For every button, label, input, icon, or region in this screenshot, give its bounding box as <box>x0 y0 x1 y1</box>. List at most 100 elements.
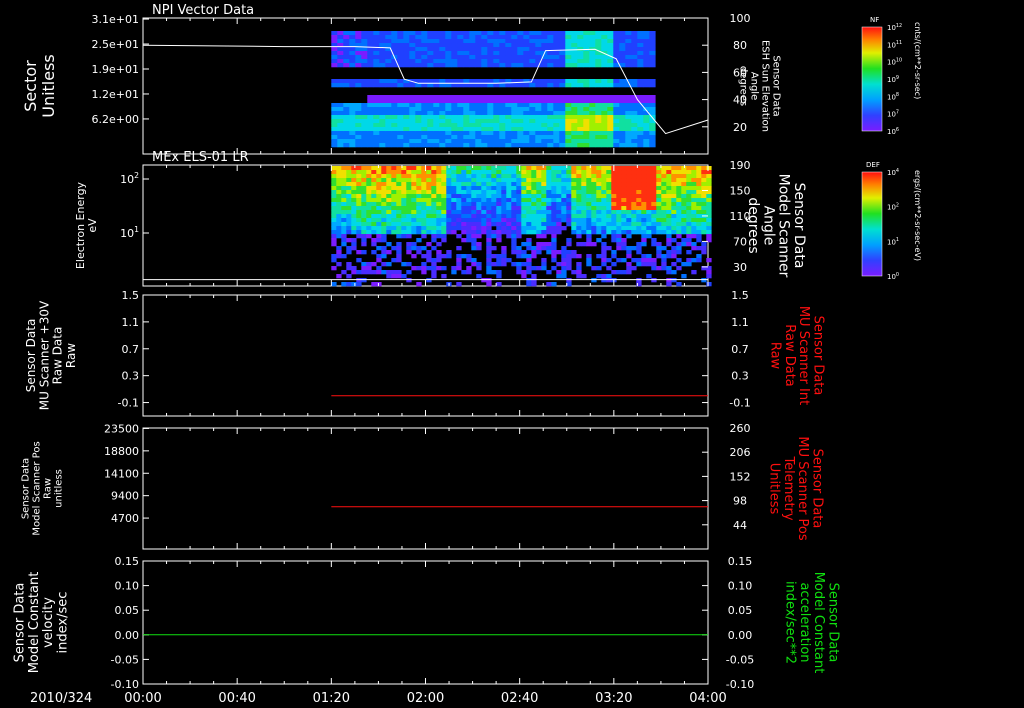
heatmap-cell <box>619 95 626 100</box>
heatmap-cell <box>591 186 597 191</box>
date-label: 2010/324 <box>30 691 92 706</box>
heatmap-cell <box>356 218 362 223</box>
heatmap-cell <box>619 127 626 132</box>
heatmap-cell <box>565 43 572 48</box>
heatmap-cell <box>421 107 428 112</box>
heatmap-cell <box>661 266 667 271</box>
heatmap-cell <box>391 119 398 124</box>
heatmap-cell <box>521 222 527 227</box>
heatmap-cell <box>606 210 612 215</box>
heatmap-cell <box>583 83 590 88</box>
heatmap-cell <box>493 143 500 148</box>
heatmap-cell <box>529 115 536 120</box>
heatmap-cell <box>651 186 657 191</box>
heatmap-cell <box>381 186 387 191</box>
heatmap-cell <box>661 206 667 211</box>
heatmap-cell <box>686 190 692 195</box>
heatmap-cell <box>411 226 417 231</box>
heatmap-cell <box>461 206 467 211</box>
heatmap-cell <box>521 214 527 219</box>
heatmap-cell <box>441 214 447 219</box>
heatmap-cell <box>523 135 530 140</box>
heatmap-cell <box>486 230 492 235</box>
heatmap-cell <box>649 47 656 52</box>
heatmap-cell <box>583 59 590 64</box>
heatmap-cell <box>666 194 672 199</box>
heatmap-cell <box>553 35 560 40</box>
heatmap-cell <box>521 174 527 179</box>
heatmap-cell <box>401 186 407 191</box>
heatmap-cell <box>577 51 584 56</box>
heatmap-cell <box>621 242 627 247</box>
heatmap-cell <box>355 55 362 60</box>
heatmap-cell <box>481 115 488 120</box>
heatmap-cell <box>496 238 502 243</box>
heatmap-cell <box>441 218 447 223</box>
heatmap-cell <box>476 206 482 211</box>
heatmap-cell <box>589 139 596 144</box>
heatmap-cell <box>636 210 642 215</box>
heatmap-cell <box>649 63 656 68</box>
heatmap-cell <box>367 123 374 128</box>
heatmap-cell <box>403 39 410 44</box>
heatmap-cell <box>619 131 626 136</box>
heatmap-cell <box>589 95 596 100</box>
heatmap-cell <box>641 210 647 215</box>
heatmap-cell <box>367 35 374 40</box>
heatmap-cell <box>391 103 398 108</box>
heatmap-cell <box>686 186 692 191</box>
heatmap-cell <box>706 194 712 199</box>
heatmap-cell <box>456 170 462 175</box>
heatmap-cell <box>415 143 422 148</box>
heatmap-cell <box>409 43 416 48</box>
heatmap-cell <box>606 182 612 187</box>
heatmap-cell <box>661 262 667 267</box>
heatmap-cell <box>571 270 577 275</box>
heatmap-cell <box>529 123 536 128</box>
heatmap-cell <box>331 282 337 287</box>
heatmap-cell <box>331 47 338 52</box>
heatmap-cell <box>385 99 392 104</box>
heatmap-cell <box>331 186 337 191</box>
heatmap-cell <box>337 63 344 68</box>
heatmap-cell <box>646 206 652 211</box>
heatmap-cell <box>466 182 472 187</box>
heatmap-cell <box>397 103 404 108</box>
heatmap-cell <box>439 95 446 100</box>
heatmap-cell <box>373 83 380 88</box>
heatmap-cell <box>466 238 472 243</box>
heatmap-cell <box>416 202 422 207</box>
heatmap-cell <box>651 202 657 207</box>
heatmap-cell <box>666 178 672 183</box>
heatmap-cell <box>366 194 372 199</box>
heatmap-cell <box>406 166 412 171</box>
heatmap-cell <box>406 218 412 223</box>
heatmap-cell <box>551 166 557 171</box>
heatmap-cell <box>386 262 392 267</box>
heatmap-cell <box>626 210 632 215</box>
heatmap-cell <box>643 135 650 140</box>
heatmap-cell <box>499 35 506 40</box>
heatmap-cell <box>446 190 452 195</box>
heatmap-cell <box>706 258 712 263</box>
heatmap-cell <box>361 31 368 36</box>
heatmap-cell <box>583 51 590 56</box>
heatmap-cell <box>583 127 590 132</box>
heatmap-cell <box>361 127 368 132</box>
heatmap-cell <box>523 83 530 88</box>
heatmap-cell <box>631 190 637 195</box>
heatmap-cell <box>571 143 578 148</box>
heatmap-cell <box>656 242 662 247</box>
heatmap-cell <box>541 123 548 128</box>
heatmap-cell <box>355 31 362 36</box>
heatmap-cell <box>511 210 517 215</box>
heatmap-cell <box>516 202 522 207</box>
heatmap-cell <box>547 111 554 116</box>
heatmap-cell <box>696 258 702 263</box>
heatmap-cell <box>681 222 687 227</box>
heatmap-cell <box>439 135 446 140</box>
heatmap-cell <box>351 218 357 223</box>
heatmap-cell <box>396 194 402 199</box>
heatmap-cell <box>666 226 672 231</box>
heatmap-cell <box>461 202 467 207</box>
